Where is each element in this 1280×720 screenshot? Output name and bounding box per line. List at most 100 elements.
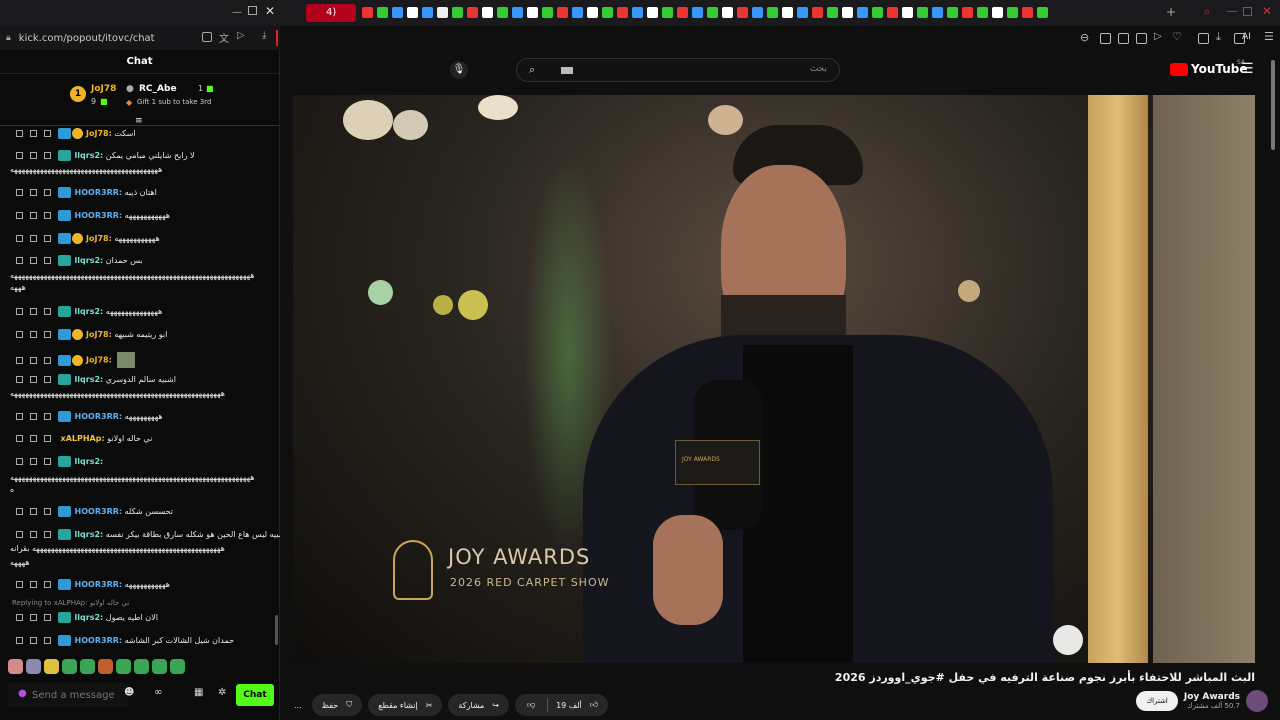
pin-icon[interactable] [16, 212, 23, 219]
pin-icon[interactable] [16, 531, 23, 538]
chat-message[interactable]: llqrs2: لا رايح شايلني مبامي يمكن [16, 150, 271, 161]
search-tabs-icon[interactable]: ⌕ [1204, 5, 1210, 19]
tab-icon[interactable] [692, 7, 703, 18]
chat-username[interactable]: llqrs2: [75, 457, 104, 466]
clip-button[interactable]: إنشاء مقطع ✂ [368, 694, 443, 716]
menu-icon[interactable]: ☰ [1264, 30, 1274, 43]
tab-icon[interactable] [947, 7, 958, 18]
search-bar[interactable]: ⌕ بحث [516, 58, 840, 82]
tab-icon[interactable] [482, 7, 493, 18]
tab-icon[interactable] [1007, 7, 1018, 18]
chat-username[interactable]: llqrs2: [75, 613, 104, 622]
emote-icon[interactable] [80, 659, 95, 674]
play-icon[interactable]: ▷ [1154, 31, 1162, 42]
timeout-icon[interactable] [30, 435, 37, 442]
shield-icon[interactable] [44, 531, 51, 538]
save-button[interactable]: حفظ ⛉ [311, 694, 363, 716]
tab-icon[interactable] [452, 7, 463, 18]
tab-icon[interactable] [992, 7, 1003, 18]
chat-message[interactable]: JoJ78: اسكت [16, 128, 271, 139]
store-icon[interactable]: ▦ [194, 687, 203, 698]
chat-message[interactable]: HOOR3RR: تحسسن شكله [16, 506, 271, 517]
tab-icon[interactable] [392, 7, 403, 18]
chat-username[interactable]: llqrs2: [75, 375, 104, 384]
tab-icon[interactable] [362, 7, 373, 18]
tab-icon[interactable] [722, 7, 733, 18]
hamburger-menu-icon[interactable]: ☰ [1241, 61, 1254, 77]
chat-message[interactable]: xALPHAp: ني حاله اولانو [16, 433, 271, 444]
shield-icon[interactable] [44, 614, 51, 621]
tab-icon[interactable] [962, 7, 973, 18]
chat-message[interactable]: llqrs2: ههههههههههههههه [16, 306, 271, 317]
youtube-logo-icon[interactable] [1170, 63, 1188, 76]
window-restore-icon[interactable] [1243, 7, 1252, 16]
tab-icon[interactable] [752, 7, 763, 18]
shield-icon[interactable] [202, 32, 212, 42]
shield-icon[interactable] [44, 189, 51, 196]
tab-icon[interactable] [917, 7, 928, 18]
reply-indicator[interactable]: Replying to xALPHAp: ني حاله اولانو [12, 599, 129, 607]
chat-message[interactable]: llqrs2: اشبيه ليس هاع الحين هو شكله سارق… [16, 529, 280, 540]
timeout-icon[interactable] [30, 508, 37, 515]
shield-icon[interactable] [44, 581, 51, 588]
keyboard-icon[interactable] [561, 67, 573, 74]
pin-icon[interactable] [16, 356, 23, 364]
emote-icon[interactable] [134, 659, 149, 674]
chat-username[interactable]: JoJ78: [86, 129, 112, 138]
tab-icon[interactable] [602, 7, 613, 18]
pin-icon[interactable] [16, 376, 23, 383]
video-player[interactable]: JOY AWARDS JOY AWARDS 2026 RED CARPET SH… [293, 95, 1255, 663]
tab-icon[interactable] [977, 7, 988, 18]
leader-name[interactable]: RC_Abe [139, 84, 177, 94]
active-tab[interactable]: 4) [306, 4, 356, 22]
pin-icon[interactable] [16, 508, 23, 515]
tab-icon[interactable] [512, 7, 523, 18]
shield-icon[interactable] [44, 356, 51, 364]
chat-message[interactable]: HOOR3RR: هههههههههه [16, 411, 271, 422]
dislike-icon[interactable]: 👎︎ [515, 700, 547, 710]
chat-username[interactable]: JoJ78: [86, 330, 112, 339]
emote-icon[interactable] [152, 659, 167, 674]
timeout-icon[interactable] [30, 130, 37, 137]
tab-icon[interactable] [737, 7, 748, 18]
pin-icon[interactable] [16, 308, 23, 315]
voice-search-icon[interactable]: 🎙︎ [450, 61, 468, 79]
chat-username[interactable]: HOOR3RR: [75, 580, 123, 589]
timeout-icon[interactable] [30, 614, 37, 621]
tab-icon[interactable] [497, 7, 508, 18]
send-icon[interactable]: ▷ [237, 30, 245, 41]
tab-icon[interactable] [767, 7, 778, 18]
emote-icon[interactable] [44, 659, 59, 674]
emote-icon[interactable] [26, 659, 41, 674]
chat-username[interactable]: llqrs2: [75, 530, 104, 539]
translate-icon[interactable]: 文 [219, 30, 229, 45]
tab-icon[interactable] [587, 7, 598, 18]
emote-picker-icon[interactable]: ● [18, 688, 27, 699]
settings-icon[interactable]: ✲ [218, 687, 226, 698]
shield-icon[interactable] [44, 508, 51, 515]
channel-name[interactable]: Joy Awards [1184, 692, 1240, 702]
tab-icon[interactable] [407, 7, 418, 18]
tab-icon[interactable] [872, 7, 883, 18]
window-close-icon[interactable]: ✕ [1262, 4, 1272, 18]
close-icon[interactable]: ✕ [265, 4, 275, 18]
emote-icon[interactable] [62, 659, 77, 674]
timeout-icon[interactable] [30, 356, 37, 364]
tab-icon[interactable] [827, 7, 838, 18]
tab-icon[interactable] [572, 7, 583, 18]
like-count[interactable]: 19 ألف [548, 701, 590, 710]
page-scrollbar[interactable] [1271, 60, 1275, 150]
chat-username[interactable]: HOOR3RR: [75, 507, 123, 516]
pin-icon[interactable] [16, 637, 23, 644]
pin-icon[interactable] [16, 189, 23, 196]
tab-icon[interactable] [812, 7, 823, 18]
timeout-icon[interactable] [30, 257, 37, 264]
pin-icon[interactable] [16, 614, 23, 621]
share-kick-icon[interactable]: ∞ [154, 687, 162, 698]
like-icon[interactable]: 👍︎ [590, 700, 608, 710]
timeout-icon[interactable] [30, 212, 37, 219]
tab-icon[interactable] [707, 7, 718, 18]
tab-icon[interactable] [377, 7, 388, 18]
tab-icon[interactable] [617, 7, 628, 18]
tab-icon[interactable] [782, 7, 793, 18]
